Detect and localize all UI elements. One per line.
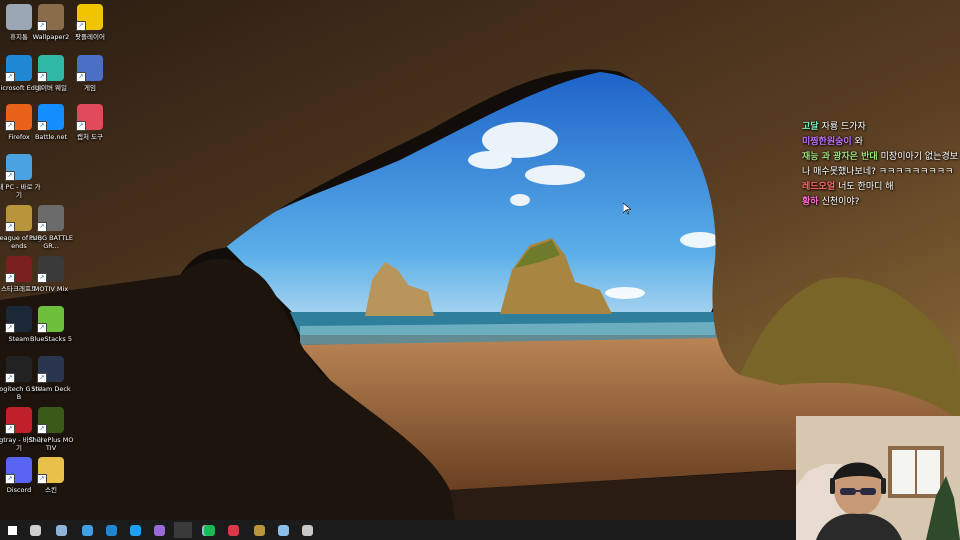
chat-username: 미찡한원숭이 bbox=[802, 137, 852, 147]
desktop-icon[interactable]: ↗ 내 PC - 바로 가기 bbox=[0, 154, 43, 199]
notes-taskbar-button[interactable] bbox=[274, 522, 292, 538]
shortcut-arrow-icon: ↗ bbox=[37, 72, 47, 82]
shortcut-arrow-icon: ↗ bbox=[5, 323, 15, 333]
shortcut-arrow-icon: ↗ bbox=[37, 21, 47, 31]
explorer-pin-taskbar-button[interactable] bbox=[78, 522, 96, 538]
shortcut-arrow-icon: ↗ bbox=[37, 121, 47, 131]
league-taskbar-icon bbox=[253, 524, 265, 536]
desktop-icon[interactable]: ↗ PUBG BATTLEGR... bbox=[27, 205, 75, 250]
shortcut-arrow-icon: ↗ bbox=[5, 424, 15, 434]
desktop-icon[interactable]: ↗ ShurePlus MOTIV bbox=[27, 407, 75, 452]
steam-deck-icon: ↗ bbox=[37, 356, 64, 383]
shortcut-arrow-icon: ↗ bbox=[76, 121, 86, 131]
app-red-icon bbox=[227, 524, 239, 536]
shortcut-arrow-icon: ↗ bbox=[37, 424, 47, 434]
chat-text: 와 bbox=[854, 137, 863, 147]
desktop-icon[interactable]: ↗ BlueStacks 5 bbox=[27, 306, 75, 343]
whale-browser-icon: ↗ bbox=[37, 55, 64, 82]
desktop-icon-label: 내 PC - 바로 가기 bbox=[0, 183, 41, 199]
shortcut-arrow-icon: ↗ bbox=[76, 72, 86, 82]
shortcut-arrow-icon: ↗ bbox=[5, 273, 15, 283]
shield-app-taskbar-button[interactable] bbox=[298, 522, 316, 538]
desktop-icon[interactable]: ↗ 게임 bbox=[66, 55, 114, 92]
desktop-icon[interactable]: ↗ 스킨 bbox=[27, 457, 75, 494]
twitter-icon bbox=[129, 524, 141, 536]
edge-taskbar-taskbar-button[interactable] bbox=[102, 522, 120, 538]
desktop-icon-label: 스킨 bbox=[45, 486, 57, 494]
edge-taskbar-icon bbox=[105, 524, 117, 536]
chat-message: 고달 자룡 드가자 bbox=[802, 120, 960, 135]
desktop-icon-label: BlueStacks 5 bbox=[30, 335, 72, 343]
obs-like-taskbar-button[interactable] bbox=[150, 522, 168, 538]
desktop-icon-label: PUBG BATTLEGR... bbox=[28, 234, 74, 250]
calculator-icon bbox=[55, 524, 67, 536]
desktop-icon-label: 팟플레이어 bbox=[75, 33, 105, 41]
shortcut-arrow-icon: ↗ bbox=[5, 474, 15, 484]
motiv-mix-icon: ↗ bbox=[37, 256, 64, 283]
chat-text: 자룡 드가자 bbox=[821, 122, 866, 132]
folder-icon: ↗ bbox=[37, 457, 64, 484]
wallpaper-file-icon: ↗ bbox=[37, 4, 64, 31]
chat-message: 미찡한원숭이 와 bbox=[802, 135, 960, 150]
spotify-icon bbox=[203, 524, 215, 536]
obs-taskbar-button[interactable] bbox=[174, 522, 192, 538]
twitter-taskbar-button[interactable] bbox=[126, 522, 144, 538]
shield-app-icon bbox=[301, 524, 313, 536]
shortcut-arrow-icon: ↗ bbox=[76, 21, 86, 31]
game-folder-icon: ↗ bbox=[76, 55, 103, 82]
app-red-taskbar-button[interactable] bbox=[224, 522, 242, 538]
shortcut-arrow-icon: ↗ bbox=[37, 373, 47, 383]
chat-text: 너도 한마디 해 bbox=[838, 182, 894, 192]
chat-username: 재능 과 광자은 반대 bbox=[802, 152, 878, 162]
shortcut-arrow-icon: ↗ bbox=[37, 323, 47, 333]
start-taskbar-button[interactable] bbox=[3, 522, 21, 538]
shortcut-arrow-icon: ↗ bbox=[5, 72, 15, 82]
shortcut-arrow-icon: ↗ bbox=[37, 273, 47, 283]
shortcut-arrow-icon: ↗ bbox=[5, 373, 15, 383]
potplayer-icon: ↗ bbox=[76, 4, 103, 31]
shortcut-arrow-icon: ↗ bbox=[5, 222, 15, 232]
chat-message: 황하 신천이야? bbox=[802, 195, 960, 210]
shortcut-arrow-icon: ↗ bbox=[37, 222, 47, 232]
webcam-feed bbox=[796, 416, 960, 540]
desktop-icon[interactable]: ↗ Steam Deck bbox=[27, 356, 75, 393]
notes-icon bbox=[277, 524, 289, 536]
explorer-pin-icon bbox=[81, 524, 93, 536]
chat-text: 신천이야? bbox=[821, 197, 860, 207]
task-view-icon bbox=[29, 524, 41, 536]
desktop-icon-label: 게임 bbox=[84, 84, 96, 92]
chat-username: 황하 bbox=[802, 197, 819, 207]
bluestacks-icon: ↗ bbox=[37, 306, 64, 333]
obs-icon bbox=[177, 524, 189, 536]
desktop-icon[interactable]: ↗ MOTIV Mix bbox=[27, 256, 75, 293]
stream-chat-overlay: 고달 자룡 드가자 미찡한원숭이 와 재능 과 광자은 반대 미장이아기 없는경보나 … bbox=[802, 120, 960, 210]
snipping-tool-icon: ↗ bbox=[76, 104, 103, 131]
this-pc-icon: ↗ bbox=[5, 154, 32, 181]
shortcut-arrow-icon: ↗ bbox=[5, 171, 15, 181]
start-icon bbox=[7, 525, 17, 535]
spotify-taskbar-button[interactable] bbox=[200, 522, 218, 538]
league-taskbar-taskbar-button[interactable] bbox=[250, 522, 268, 538]
desktop-icon-label: ShurePlus MOTIV bbox=[28, 436, 74, 452]
shureplus-motiv-icon: ↗ bbox=[37, 407, 64, 434]
chat-message: 재능 과 광자은 반대 미장이아기 없는경보나 매수못했나보네? ㅋㅋㅋㅋㅋㅋㅋㅋ… bbox=[802, 150, 960, 180]
desktop-icon[interactable]: ↗ 캡처 도구 bbox=[66, 104, 114, 141]
desktop-icon-label: MOTIV Mix bbox=[33, 285, 69, 293]
chat-username: 레드오얼 bbox=[802, 182, 836, 192]
battlenet-icon: ↗ bbox=[37, 104, 64, 131]
desktop-icon[interactable]: ↗ 팟플레이어 bbox=[66, 4, 114, 41]
desktop-icon-label: 캡처 도구 bbox=[77, 133, 103, 141]
calculator-taskbar-button[interactable] bbox=[52, 522, 70, 538]
task-view-taskbar-button[interactable] bbox=[26, 522, 44, 538]
webcam-overlay bbox=[796, 416, 960, 540]
mouse-cursor bbox=[623, 203, 631, 215]
chat-username: 고달 bbox=[802, 122, 819, 132]
obs-like-icon bbox=[153, 524, 165, 536]
shortcut-arrow-icon: ↗ bbox=[5, 121, 15, 131]
desktop-icon-label: Steam Deck bbox=[31, 385, 71, 393]
chat-message: 레드오얼 너도 한마디 해 bbox=[802, 180, 960, 195]
pubg-icon: ↗ bbox=[37, 205, 64, 232]
shortcut-arrow-icon: ↗ bbox=[37, 474, 47, 484]
